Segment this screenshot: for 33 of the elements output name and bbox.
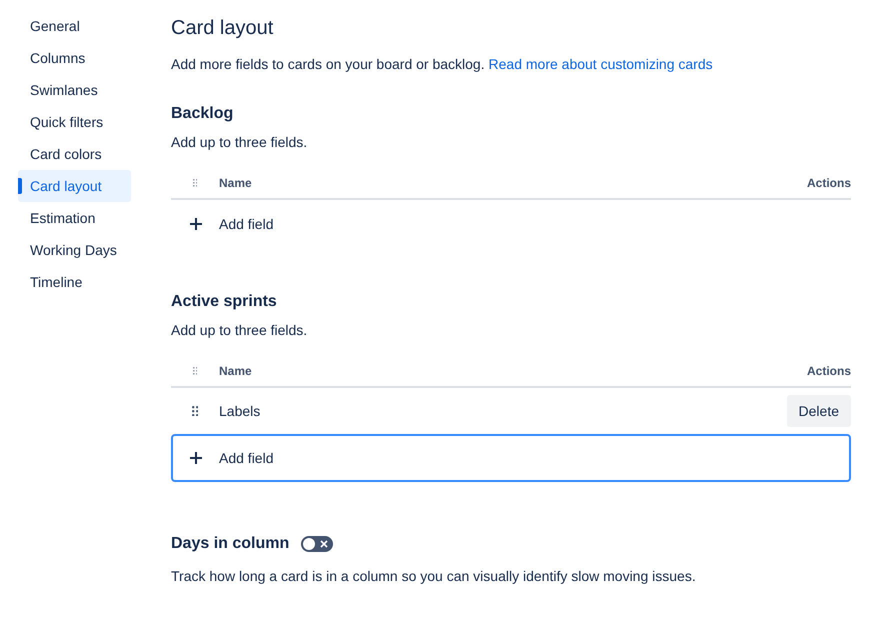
column-header: Name bbox=[219, 176, 252, 190]
drag-handle-icon bbox=[192, 179, 198, 187]
column-header: Actions bbox=[806, 364, 851, 378]
help-link[interactable]: Read more about customizing cards bbox=[488, 56, 713, 72]
sidebar-item[interactable]: Timeline bbox=[18, 266, 131, 298]
plus-icon bbox=[190, 452, 202, 464]
drag-handle-icon bbox=[192, 367, 198, 375]
sidebar-item[interactable]: Swimlanes bbox=[18, 74, 131, 106]
sidebar-item[interactable]: General bbox=[18, 10, 131, 42]
section-description: Track how long a card is in a column so you can visually identify slow moving issues. bbox=[171, 567, 697, 586]
column-header: Actions bbox=[806, 176, 851, 190]
drag-handle-icon[interactable] bbox=[192, 406, 198, 416]
sidebar-item[interactable]: Working Days bbox=[18, 234, 131, 266]
column-header: Name bbox=[219, 364, 252, 378]
plus-icon bbox=[190, 218, 202, 230]
toggle-switch[interactable] bbox=[301, 536, 334, 552]
page-title: Card layout bbox=[171, 16, 274, 40]
section-hint: Add up to three fields. bbox=[171, 133, 308, 152]
sidebar-item[interactable]: Columns bbox=[18, 42, 131, 74]
sidebar-item[interactable]: Estimation bbox=[18, 202, 131, 234]
sidebar-item[interactable]: Card colors bbox=[18, 138, 131, 170]
sidebar-item[interactable]: Card layout bbox=[18, 170, 131, 202]
page-description: Add more fields to cards on your board or backlog. Read more about customizing cards bbox=[171, 55, 714, 74]
add-field-button[interactable]: Add field bbox=[171, 434, 851, 482]
section-hint: Add up to three fields. bbox=[171, 321, 308, 340]
add-field-button[interactable]: Add field bbox=[171, 200, 851, 248]
section-heading: Days in column bbox=[171, 534, 290, 554]
section-heading: Backlog bbox=[171, 104, 234, 124]
cross-icon bbox=[320, 540, 328, 548]
delete-button[interactable]: Delete bbox=[786, 395, 851, 427]
field-name: Labels bbox=[219, 403, 260, 419]
sidebar-item[interactable]: Quick filters bbox=[18, 106, 131, 138]
section-heading: Active sprints bbox=[171, 292, 278, 312]
